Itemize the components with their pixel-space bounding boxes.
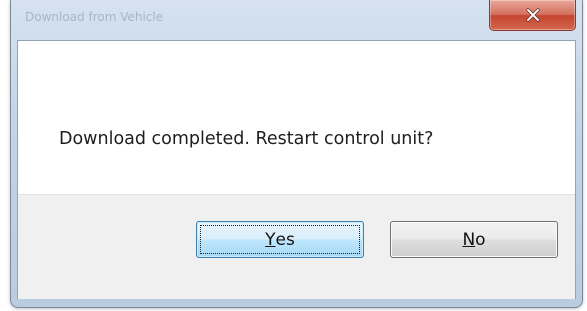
no-button-label: o xyxy=(475,229,486,250)
message-text: Download completed. Restart control unit… xyxy=(59,129,434,149)
button-bar: Yes No xyxy=(18,194,575,299)
yes-button[interactable]: Yes xyxy=(196,221,364,258)
close-icon xyxy=(525,8,541,22)
close-button[interactable] xyxy=(489,0,576,31)
title-bar[interactable]: Download from Vehicle xyxy=(11,0,582,40)
message-area: Download completed. Restart control unit… xyxy=(18,41,575,194)
message-dialog: Download from Vehicle Download completed… xyxy=(10,0,583,308)
no-button[interactable]: No xyxy=(390,221,558,258)
yes-button-accelerator: Y xyxy=(265,229,276,250)
no-button-accelerator: N xyxy=(462,229,476,250)
dialog-content: Download completed. Restart control unit… xyxy=(17,40,576,299)
window-title: Download from Vehicle xyxy=(25,10,164,24)
yes-button-label: es xyxy=(275,229,295,250)
